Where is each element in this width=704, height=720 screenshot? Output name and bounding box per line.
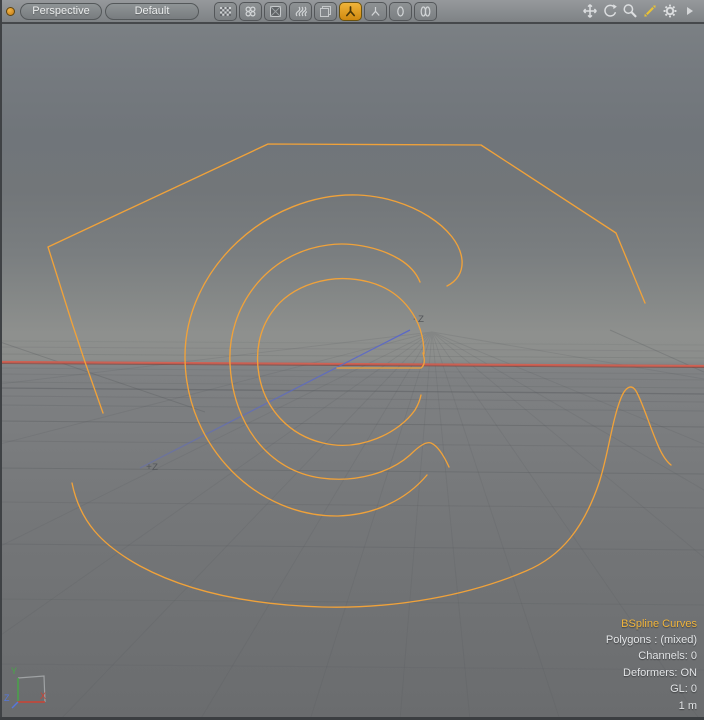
- maximize-icon[interactable]: [640, 3, 660, 19]
- pan-icon[interactable]: [580, 3, 600, 19]
- gizmo-z-label: Z: [4, 693, 10, 703]
- double-loop-icon[interactable]: [414, 2, 437, 21]
- axis-tripod-icon[interactable]: [364, 2, 387, 21]
- pos-z-label: +Z: [146, 463, 158, 474]
- info-grid-size: 1 m: [606, 698, 697, 714]
- viewport-canvas: -Z +Z Y X Z: [0, 24, 704, 720]
- viewport-nav-icons: [580, 3, 700, 19]
- axis-tripod-active-icon[interactable]: [339, 2, 362, 21]
- checkerboard-icon[interactable]: [214, 2, 237, 21]
- ground-grid: [0, 330, 704, 720]
- quad-dots-icon[interactable]: [239, 2, 262, 21]
- axis-gizmo: Y X Z: [4, 666, 46, 708]
- wave-lines-icon[interactable]: [289, 2, 312, 21]
- view-mode-button-row: [214, 2, 439, 21]
- x-axis-line: [0, 362, 704, 368]
- rotate-icon[interactable]: [600, 3, 620, 19]
- selection-status-dot[interactable]: [6, 7, 15, 16]
- curve-inner-ring: [258, 279, 424, 446]
- single-loop-icon[interactable]: [389, 2, 412, 21]
- overlay-squares-icon[interactable]: [314, 2, 337, 21]
- curve-swoosh: [72, 387, 671, 607]
- modeling-app-window: Perspective Default: [0, 0, 704, 720]
- selection-type-label: BSpline Curves: [606, 616, 697, 632]
- info-polygons: Polygons : (mixed): [606, 632, 697, 648]
- viewport-toolbar: Perspective Default: [0, 0, 704, 24]
- 3d-viewport[interactable]: -Z +Z Y X Z BS: [0, 24, 704, 720]
- shading-default-button[interactable]: Default: [105, 3, 199, 20]
- gizmo-y-label: Y: [11, 666, 17, 676]
- shaded-square-icon[interactable]: [264, 2, 287, 21]
- gizmo-x-label: X: [40, 691, 46, 701]
- info-channels: Channels: 0: [606, 648, 697, 664]
- info-gl: GL: 0: [606, 681, 697, 697]
- viewport-info-readout: BSpline Curves Polygons : (mixed) Channe…: [606, 616, 697, 714]
- perspective-view-button[interactable]: Perspective: [20, 3, 102, 20]
- viewport-left-border: [0, 0, 2, 720]
- settings-icon[interactable]: [660, 3, 680, 19]
- info-deformers: Deformers: ON: [606, 665, 697, 681]
- zoom-icon[interactable]: [620, 3, 640, 19]
- expand-arrow-icon[interactable]: [680, 3, 700, 19]
